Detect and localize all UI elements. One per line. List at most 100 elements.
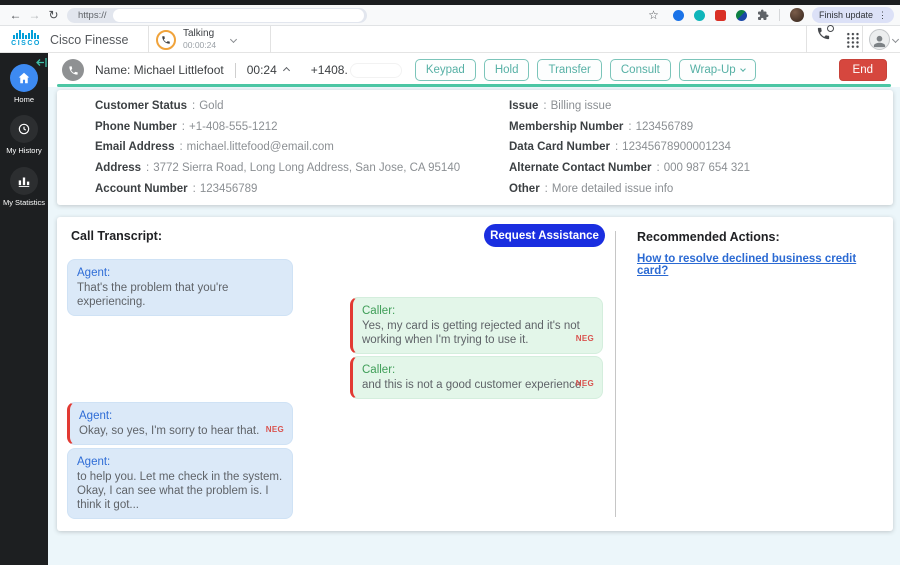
- hold-button[interactable]: Hold: [483, 59, 530, 81]
- home-icon: [10, 64, 38, 92]
- customer-field-address: Address:3772 Sierra Road, Long Long Addr…: [95, 162, 461, 175]
- header-divider: [270, 26, 271, 53]
- speaker-label: Agent:: [79, 410, 113, 422]
- sentiment-badge: NEG: [575, 379, 594, 388]
- phone-settings-icon[interactable]: [816, 25, 834, 43]
- recommended-action-link[interactable]: How to resolve declined business credit …: [637, 253, 883, 277]
- talking-phone-icon: [156, 29, 176, 50]
- sidebar-item-label: My Statistics: [2, 198, 46, 207]
- finish-update-button[interactable]: Finish update ⋮: [811, 7, 894, 23]
- customer-info-left-column: Customer Status: Gold Phone Number: +1-408…: [95, 96, 495, 199]
- finesse-header: cisco Cisco Finesse Talking 00:00:24: [0, 25, 900, 53]
- wrap-up-button[interactable]: Wrap-Up: [678, 59, 756, 81]
- customer-field-other: Other: More detailed issue info: [509, 182, 674, 195]
- sidebar-item-label: My History: [6, 146, 42, 155]
- message-text: That's the problem that you're experienc…: [77, 282, 229, 308]
- sentiment-badge: NEG: [575, 334, 594, 343]
- agent-state-timer: 00:00:24: [183, 40, 217, 51]
- cisco-logo-bars-icon: [10, 30, 42, 39]
- consult-button[interactable]: Consult: [609, 59, 671, 81]
- keypad-button-label: Keypad: [425, 64, 465, 76]
- collapse-caret-icon[interactable]: [282, 66, 290, 74]
- customer-field-account: Account Number:123456789: [95, 182, 258, 195]
- transcript-message-caller: Caller: and this is not a good customer …: [350, 356, 603, 399]
- call-timer: 00:24: [246, 63, 290, 77]
- speaker-label: Agent:: [77, 456, 111, 468]
- wrap-up-chevron-down-icon: [739, 66, 746, 72]
- cisco-logo-text: cisco: [11, 40, 41, 47]
- recommended-actions-title: Recommended Actions:: [637, 230, 780, 244]
- app-window: ← → ↻ https:// ☆ Finish update ⋮ cisco C…: [0, 0, 900, 565]
- caller-phone-number-text: +1408.: [310, 63, 348, 77]
- browser-forward-icon[interactable]: →: [25, 8, 44, 22]
- transfer-button-label: Transfer: [548, 64, 591, 76]
- sidebar-item-home[interactable]: Home: [0, 64, 48, 104]
- end-call-button[interactable]: End: [838, 59, 887, 81]
- message-text: to help you. Let me check in the system.…: [77, 471, 283, 511]
- speaker-label: Caller:: [362, 305, 396, 317]
- hold-button-label: Hold: [494, 64, 519, 76]
- call-timer-value: 00:24: [246, 63, 277, 77]
- customer-field-phone: Phone Number: +1-408-555-1212: [95, 120, 278, 133]
- sidebar-item-my-statistics[interactable]: My Statistics: [0, 167, 48, 207]
- extension-icon-blue[interactable]: [672, 9, 684, 21]
- request-assistance-button[interactable]: Request Assistance: [484, 224, 605, 247]
- transcript-message-agent: Agent: to help you. Let me check in the …: [67, 448, 293, 519]
- url-text: https://: [78, 9, 107, 21]
- customer-field-alt-contact: Alternate Contact Number:000 987 654 321: [509, 162, 751, 175]
- transfer-button[interactable]: Transfer: [537, 59, 602, 81]
- browser-profile-avatar[interactable]: [789, 8, 804, 22]
- sidebar-item-label: Home: [13, 95, 34, 104]
- callbar-divider: [234, 62, 236, 78]
- header-divider: [148, 26, 149, 53]
- wrap-up-button-label: Wrap-Up: [689, 64, 736, 76]
- customer-field-email: Email Address: michael.littefood@email.co…: [95, 141, 334, 154]
- header-divider: [806, 26, 807, 53]
- transcript-title: Call Transcript:: [71, 229, 162, 243]
- extensions-puzzle-icon[interactable]: [757, 9, 769, 21]
- app-title: Cisco Finesse: [50, 33, 129, 47]
- caller-phone-number: +1408.: [310, 62, 402, 78]
- message-text: Yes, my card is getting rejected and it'…: [362, 320, 580, 346]
- customer-field-issue: Issue: Billing issue: [509, 100, 612, 113]
- browser-menu-icon[interactable]: ⋮: [878, 10, 887, 21]
- keypad-icon[interactable]: [846, 32, 859, 48]
- customer-field-status: Customer Status: Gold: [95, 100, 224, 113]
- avatar-chevron-down-icon[interactable]: [891, 35, 900, 44]
- sidebar-item-my-history[interactable]: My History: [0, 115, 48, 155]
- customer-info-card: Customer Status: Gold Phone Number: +1-408…: [57, 90, 893, 205]
- message-text: and this is not a good customer experien…: [362, 379, 585, 391]
- chevron-down-icon[interactable]: [230, 35, 238, 44]
- left-navigation: Home My History My Statistics: [0, 53, 48, 565]
- keypad-button[interactable]: Keypad: [414, 59, 476, 81]
- toolbar-divider: [778, 9, 780, 21]
- transcript-message-agent: Agent: Okay, so yes, I'm sorry to hear t…: [67, 402, 293, 445]
- agent-state-control[interactable]: Talking 00:00:24: [156, 27, 266, 52]
- extension-icon-green[interactable]: [735, 9, 747, 21]
- customer-field-data-card: Data Card Number:12345678900001234: [509, 141, 731, 154]
- caller-name: Name: Michael Littlefoot: [95, 63, 224, 77]
- agent-avatar[interactable]: [869, 29, 890, 50]
- header-divider: [862, 26, 863, 53]
- history-clock-icon: [10, 115, 38, 143]
- transcript-message-agent: Agent: That's the problem that you're ex…: [67, 259, 293, 316]
- speaker-label: Caller:: [362, 364, 396, 376]
- sentiment-badge: NEG: [265, 425, 284, 434]
- browser-toolbar: ← → ↻ https:// ☆ Finish update ⋮: [0, 5, 900, 26]
- address-bar[interactable]: https://: [67, 7, 367, 23]
- browser-back-icon[interactable]: ←: [6, 8, 25, 22]
- bookmark-star-icon[interactable]: ☆: [644, 8, 663, 22]
- finish-update-label: Finish update: [818, 10, 873, 20]
- consult-button-label: Consult: [620, 64, 660, 76]
- customer-info-right-column: Issue: Billing issue Membership Number:12…: [509, 96, 884, 199]
- customer-field-membership: Membership Number:123456789: [509, 120, 694, 133]
- extension-icon-teal[interactable]: [693, 9, 705, 21]
- panel-divider: [615, 231, 616, 517]
- cisco-logo: cisco: [10, 30, 42, 47]
- phone-number-redaction: [349, 62, 402, 78]
- call-control-bar: Name: Michael Littlefoot 00:24 +1408. Ke…: [48, 53, 900, 87]
- call-transcript-card: Call Transcript: Request Assistance Agen…: [57, 217, 893, 531]
- transcript-message-caller: Caller: Yes, my card is getting rejected…: [350, 297, 603, 354]
- extension-icon-red[interactable]: [714, 9, 726, 21]
- browser-reload-icon[interactable]: ↻: [44, 8, 63, 22]
